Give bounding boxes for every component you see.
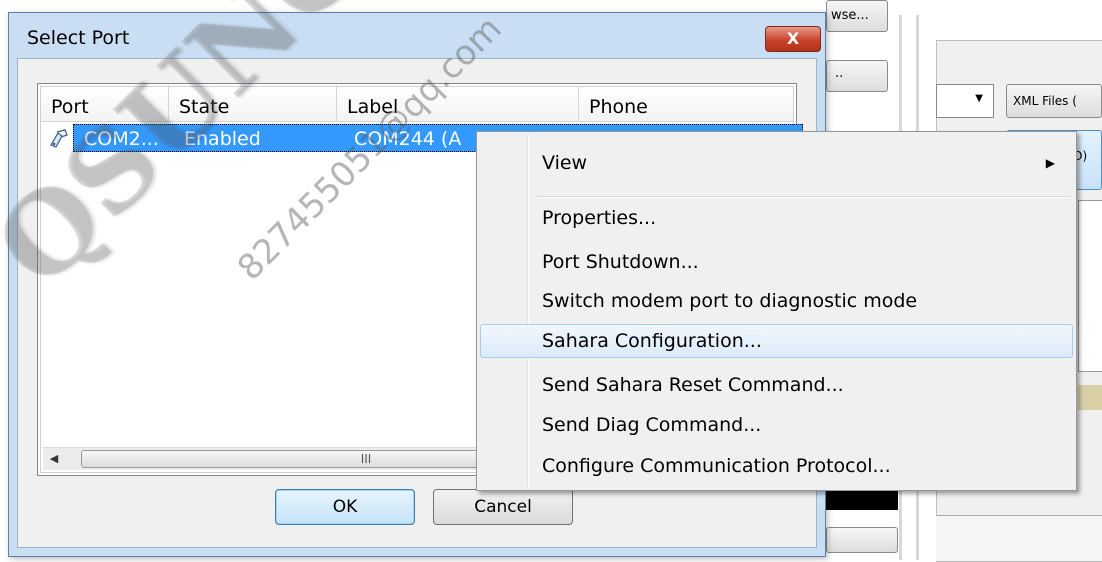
menu-item-label: View: [542, 152, 588, 174]
cell-state: Enabled: [184, 128, 261, 150]
bottom-field: [936, 515, 1102, 561]
column-phone[interactable]: Phone: [579, 87, 795, 121]
dialog-title: Select Port: [27, 27, 130, 49]
menu-item-view[interactable]: View ▶: [480, 146, 1073, 180]
menu-item-port-shutdown[interactable]: Port Shutdown...: [480, 245, 1073, 279]
cancel-button[interactable]: Cancel: [433, 489, 573, 525]
chevron-down-icon: ▼: [975, 93, 983, 104]
dots-button-partial[interactable]: ..: [826, 60, 888, 92]
grip-icon: III: [360, 452, 372, 466]
preview-box: [1078, 200, 1102, 372]
xml-files-filter[interactable]: XML Files (: [1006, 84, 1102, 118]
menu-item-properties[interactable]: Properties...: [480, 201, 1073, 235]
close-button[interactable]: X: [765, 26, 821, 52]
status-strip: [1078, 385, 1102, 410]
menu-item-sahara-configuration[interactable]: Sahara Configuration...: [480, 324, 1073, 358]
menu-item-configure-protocol[interactable]: Configure Communication Protocol...: [480, 449, 1073, 483]
scroll-left-icon[interactable]: ◀: [43, 448, 65, 470]
menu-item-switch-diagnostic[interactable]: Switch modem port to diagnostic mode: [480, 284, 1073, 318]
submenu-arrow-icon: ▶: [1045, 156, 1055, 170]
close-icon: X: [786, 29, 800, 48]
context-menu: View ▶ Properties... Port Shutdown... Sw…: [476, 131, 1077, 491]
cell-label: COM244 (A: [354, 128, 462, 150]
column-label[interactable]: Label: [337, 87, 579, 121]
menu-item-send-diag[interactable]: Send Diag Command...: [480, 408, 1073, 442]
combo-dropdown-partial[interactable]: ▼: [936, 84, 994, 118]
column-state[interactable]: State: [169, 87, 337, 121]
list-header: Port State Label Phone: [41, 87, 793, 122]
browse-button-partial[interactable]: wse...: [826, 0, 888, 32]
menu-separator: [537, 196, 1070, 198]
cell-port: COM2...: [84, 128, 159, 150]
menu-item-sahara-reset[interactable]: Send Sahara Reset Command...: [480, 368, 1073, 402]
bottom-button-partial[interactable]: [826, 527, 898, 553]
ok-button[interactable]: OK: [275, 489, 415, 525]
column-port[interactable]: Port: [41, 87, 169, 121]
port-icon: [48, 127, 70, 149]
